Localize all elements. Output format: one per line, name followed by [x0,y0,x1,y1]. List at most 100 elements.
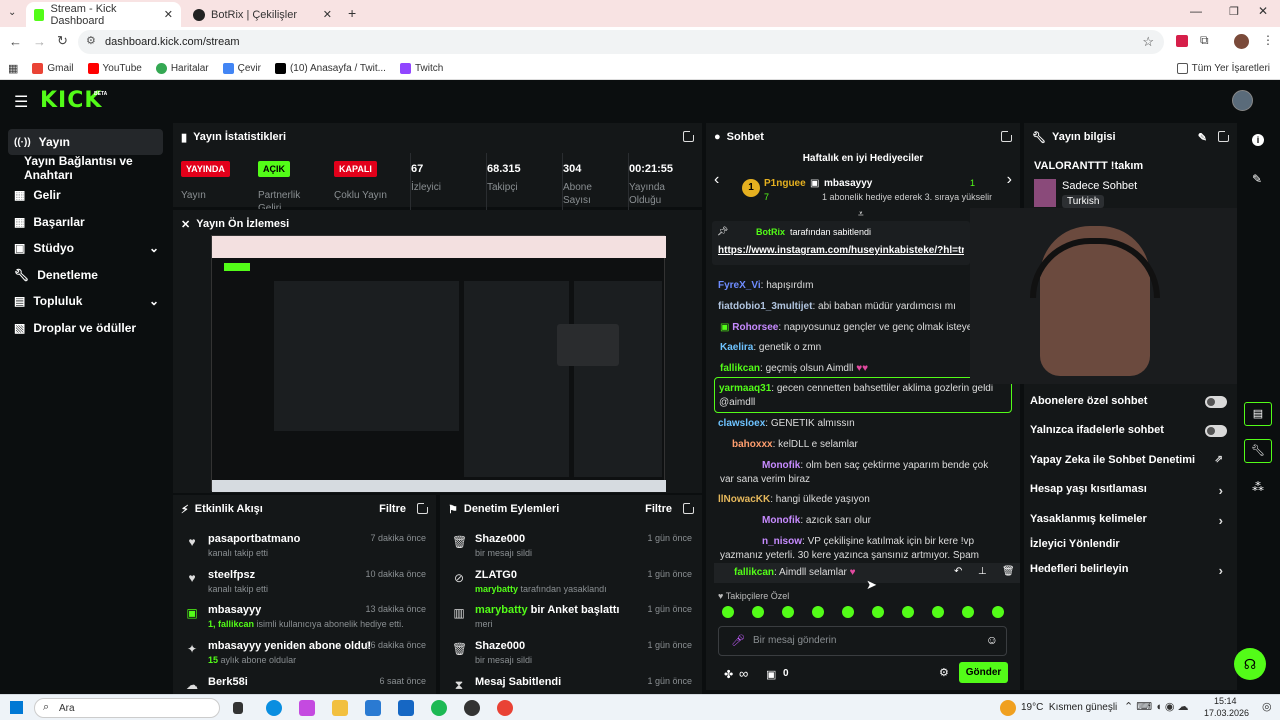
filter-button[interactable]: Filtre [379,503,406,515]
expand-icon[interactable] [683,502,695,514]
user-avatar[interactable] [1232,90,1253,111]
setting-account-age[interactable]: Hesap yaşı kısıtlaması › [1030,483,1227,501]
points-icon[interactable]: ✤ [724,668,733,681]
back-icon[interactable]: ← [9,34,22,49]
delete-message-icon[interactable]: 🗑︎ [1002,566,1015,577]
close-icon[interactable]: ✕ [323,8,332,21]
browser-menu-icon[interactable]: ⋮ [1262,33,1274,47]
expand-icon[interactable] [1001,130,1013,142]
forward-icon[interactable]: → [33,34,46,49]
extension-icon[interactable] [1176,35,1188,47]
bookmark-maps[interactable]: Haritalar [155,62,209,74]
clock-time[interactable]: 15:14 [1214,696,1237,706]
emote-icon[interactable] [752,606,764,618]
emote-icon[interactable] [902,606,914,618]
sidebar-item-studyo[interactable]: ▣ Stüdyo ⌄ [8,235,163,261]
taskbar-search[interactable]: ⌕ Ara [34,698,220,718]
obs-icon[interactable] [464,700,480,716]
emote-icon[interactable] [872,606,884,618]
explorer-icon[interactable] [332,700,348,716]
sidebar-item-topluluk[interactable]: ▤ Topluluk ⌄ [8,288,163,314]
clock-date[interactable]: 17.03.2026 [1204,708,1249,718]
toggle-switch[interactable] [1205,396,1227,408]
setting-ai-moderation[interactable]: Yapay Zeka ile Sohbet Denetimi ⇗ [1030,454,1227,472]
window-close-icon[interactable]: ✕ [1258,4,1268,18]
sidebar-item-stream-key[interactable]: Yayın Bağlantısı ve Anahtarı [18,154,173,182]
extensions-puzzle-icon[interactable]: ⧉ [1200,33,1209,48]
bookmark-twitter[interactable]: (10) Anasayfa / Twit... [274,62,386,74]
chat-settings-icon[interactable]: ⚙ [939,666,949,679]
support-headset-icon[interactable]: ☊ [1234,648,1266,680]
restore-icon[interactable]: ❐ [1229,5,1239,18]
expand-icon[interactable] [1218,130,1230,142]
edit-pencil-icon[interactable]: ✎ [1198,131,1207,144]
emote-icon[interactable] [722,606,734,618]
rail-dots-icon[interactable]: ⁂ [1252,480,1264,494]
filter-button[interactable]: Filtre [645,503,672,515]
rail-card-icon[interactable]: ▤ [1244,402,1272,426]
bookmark-gmail[interactable]: Gmail [32,62,74,74]
hamburger-menu-icon[interactable]: ☰ [14,92,28,112]
chevron-left-icon[interactable]: ‹ [714,171,719,189]
bookmark-translate[interactable]: Çevir [222,62,261,74]
chat-input[interactable]: 🎤︎ Bir mesaj gönderin ☺ [718,626,1007,656]
emote-icon[interactable] [842,606,854,618]
info-icon[interactable]: i [1252,134,1264,146]
emote-icon[interactable] [782,606,794,618]
minimize-icon[interactable]: — [1190,4,1202,18]
rail-wrench-icon[interactable]: 🔧︎ [1244,439,1272,463]
edit-icon[interactable]: ✎ [1252,172,1262,186]
apps-grid-icon[interactable]: ▦ [8,62,18,75]
reload-icon[interactable]: ↻ [57,33,68,49]
emote-icon[interactable] [932,606,944,618]
emoji-icon[interactable]: ☺ [986,633,998,647]
category-name[interactable]: Sadece Sohbet [1062,180,1137,192]
pinned-link[interactable]: https://www.instagram.com/huseyinkabiste… [718,245,964,256]
sidebar-item-droplar[interactable]: ▧ Droplar ve ödüller [8,315,163,341]
pin-message-icon[interactable]: ⊥ [978,566,987,577]
chrome-icon[interactable] [497,700,513,716]
tray-icons[interactable]: ⌃ ⌨ ◖ ◉ ☁ [1124,700,1189,713]
emote-icon[interactable] [992,606,1004,618]
pin-filter-icon[interactable]: ⩡ [858,209,864,220]
emote-icon[interactable] [962,606,974,618]
sidebar-item-yayin[interactable]: ((·)) Yayın [8,129,163,155]
expand-icon[interactable] [417,502,429,514]
setting-emotes-only[interactable]: Yalnızca ifadelerle sohbet [1030,424,1227,442]
sidebar-item-basarilar[interactable]: ▦ Başarılar [8,209,163,235]
emote-icon[interactable] [812,606,824,618]
edge-icon[interactable] [266,700,282,716]
close-icon[interactable]: ✕ [164,8,173,21]
spotify-icon[interactable] [431,700,447,716]
send-button[interactable]: Gönder [959,662,1008,683]
notification-icon[interactable]: ◎ [1262,700,1272,713]
profile-avatar[interactable] [1234,34,1249,49]
bookmark-youtube[interactable]: YouTube [87,62,142,74]
mail-icon[interactable] [398,700,414,716]
bookmark-twitch[interactable]: Twitch [399,62,443,74]
tab-kick-dashboard[interactable]: Stream - Kick Dashboard ✕ [26,2,181,27]
bookmark-star-icon[interactable]: ☆ [1142,34,1154,50]
expand-icon[interactable] [683,130,695,142]
setting-raid[interactable]: İzleyici Yönlendir [1030,538,1227,556]
site-info-icon[interactable]: ⚙ [86,34,96,47]
store-icon[interactable] [365,700,381,716]
tab-botrix[interactable]: BotRix | Çekilişler ✕ [185,2,340,27]
tab-list-icon[interactable]: ⌄ [8,7,16,18]
all-bookmarks[interactable]: Tüm Yer İşaretleri [1176,62,1270,74]
chevron-right-icon[interactable]: › [1007,171,1012,189]
toggle-switch[interactable] [1205,425,1227,437]
omnibox[interactable]: ⚙ dashboard.kick.com/stream ☆ [78,30,1164,54]
sidebar-item-denetleme[interactable]: 🔧︎ Denetleme [8,262,163,288]
setting-subscribers-only[interactable]: Abonelere özel sohbet [1030,395,1227,413]
windows-start-icon[interactable] [10,701,23,714]
weather-text[interactable]: 19°C Kısmen güneşli [1021,702,1117,713]
reply-icon[interactable]: ↶ [954,566,962,577]
sidebar-item-gelir[interactable]: ▦ Gelir [8,182,163,208]
copilot-icon[interactable] [299,700,315,716]
setting-goals[interactable]: Hedefleri belirleyin › [1030,563,1227,581]
new-tab-icon[interactable]: + [348,5,356,21]
task-view-icon[interactable] [233,702,243,714]
stream-preview-video[interactable] [211,235,666,492]
setting-banned-words[interactable]: Yasaklanmış kelimeler › [1030,513,1227,531]
